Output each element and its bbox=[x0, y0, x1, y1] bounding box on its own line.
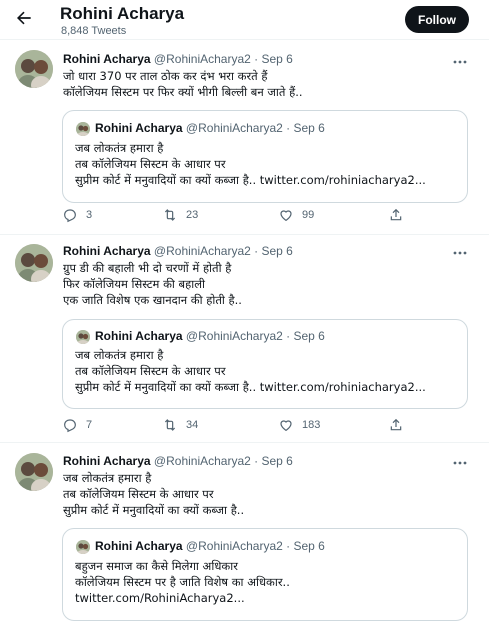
quoted-tweet[interactable]: Rohini Acharya @RohiniAcharya2 · Sep 6 ब… bbox=[62, 528, 468, 621]
reply-icon bbox=[64, 209, 76, 223]
tweet[interactable]: Rohini Acharya @RohiniAcharya2 · Sep 6 ग… bbox=[0, 235, 489, 443]
arrow-left-icon[interactable] bbox=[14, 8, 34, 28]
profile-name: Rohini Acharya bbox=[60, 4, 185, 23]
tweet-actions: 7 34 183 bbox=[62, 416, 422, 434]
avatar[interactable] bbox=[15, 244, 53, 282]
quote-header: Rohini Acharya @RohiniAcharya2 · Sep 6 bbox=[95, 539, 325, 553]
handle-date: @RohiniAcharya2 · Sep 6 bbox=[185, 329, 325, 343]
quote-line: तब कॉलेजियम सिस्टम के आधार पर bbox=[75, 364, 226, 378]
more-horizontal-icon[interactable] bbox=[452, 57, 468, 67]
reply-count: 7 bbox=[86, 419, 93, 431]
handle-date[interactable]: @RohiniAcharya2 · Sep 6 bbox=[154, 454, 293, 468]
tweet[interactable]: Rohini Acharya @RohiniAcharya2 · Sep 6 ज… bbox=[0, 443, 489, 621]
tweet-line: ग्रुप डी की बहाली भी दो चरणों में होती ह… bbox=[63, 261, 232, 275]
quoted-tweet[interactable]: Rohini Acharya @RohiniAcharya2 · Sep 6 ज… bbox=[62, 110, 468, 203]
author-name[interactable]: Rohini Acharya bbox=[63, 52, 151, 66]
quote-line: कॉलेजियम सिस्टम पर है जाति विशेष का अधिक… bbox=[75, 575, 290, 589]
tweet[interactable]: Rohini Acharya @RohiniAcharya2 · Sep 6 ज… bbox=[0, 40, 489, 235]
share-button[interactable] bbox=[388, 206, 404, 224]
tweet-header: Rohini Acharya @RohiniAcharya2 · Sep 6 bbox=[63, 454, 293, 468]
quote-header: Rohini Acharya @RohiniAcharya2 · Sep 6 bbox=[95, 121, 325, 135]
quote-line: तब कॉलेजियम सिस्टम के आधार पर bbox=[75, 157, 226, 171]
quote-header: Rohini Acharya @RohiniAcharya2 · Sep 6 bbox=[95, 329, 325, 343]
more-horizontal-icon[interactable] bbox=[452, 248, 468, 258]
author-name: Rohini Acharya bbox=[95, 539, 183, 553]
share-button[interactable] bbox=[388, 416, 404, 434]
avatar[interactable] bbox=[15, 50, 53, 88]
follow-button[interactable]: Follow bbox=[405, 6, 469, 33]
like-button[interactable]: 183 bbox=[278, 416, 320, 434]
tweet-text: जो धारा 370 पर ताल ठोक कर दंभ भरा करते ह… bbox=[63, 68, 303, 100]
heart-icon bbox=[280, 210, 292, 222]
quote-text: जब लोकतंत्र हमारा है तब कॉलेजियम सिस्टम … bbox=[75, 347, 426, 395]
avatar bbox=[76, 330, 90, 344]
reply-button[interactable]: 7 bbox=[62, 416, 92, 434]
retweet-count: 23 bbox=[186, 209, 199, 221]
handle-date: @RohiniAcharya2 · Sep 6 bbox=[185, 121, 325, 135]
tweet-actions: 3 23 99 bbox=[62, 206, 422, 224]
quote-text: बहुजन समाज का कैसे मिलेगा अधिकार कॉलेजिय… bbox=[75, 558, 290, 606]
tweet-text: ग्रुप डी की बहाली भी दो चरणों में होती ह… bbox=[63, 260, 242, 308]
author-name[interactable]: Rohini Acharya bbox=[63, 454, 151, 468]
retweet-button[interactable]: 23 bbox=[162, 206, 198, 224]
like-button[interactable]: 99 bbox=[278, 206, 314, 224]
avatar bbox=[76, 122, 90, 136]
tweet-header: Rohini Acharya @RohiniAcharya2 · Sep 6 bbox=[63, 52, 293, 66]
retweet-icon bbox=[164, 419, 176, 431]
handle-date: @RohiniAcharya2 · Sep 6 bbox=[185, 539, 325, 553]
tweet-line: सुप्रीम कोर्ट में मनुवादियों का क्यों कब… bbox=[63, 503, 245, 517]
avatar[interactable] bbox=[15, 453, 53, 491]
tweet-count: 8,848 Tweets bbox=[61, 25, 127, 37]
tweet-text: जब लोकतंत्र हमारा है तब कॉलेजियम सिस्टम … bbox=[63, 470, 244, 518]
more-horizontal-icon[interactable] bbox=[452, 458, 468, 468]
quote-line: सुप्रीम कोर्ट में मनुवादियों का क्यों कब… bbox=[75, 173, 426, 187]
tweet-line: जो धारा 370 पर ताल ठोक कर दंभ भरा करते ह… bbox=[63, 69, 268, 83]
quote-line: जब लोकतंत्र हमारा है bbox=[75, 141, 164, 155]
author-name: Rohini Acharya bbox=[95, 121, 183, 135]
tweet-line: फिर कॉलेजियम सिस्टम की बहाली bbox=[63, 277, 205, 291]
handle-date[interactable]: @RohiniAcharya2 · Sep 6 bbox=[154, 52, 293, 66]
tweet-line: कॉलेजियम सिस्टम पर फिर क्यों भीगी बिल्ली… bbox=[63, 85, 303, 99]
like-count: 99 bbox=[302, 209, 315, 221]
handle-date[interactable]: @RohiniAcharya2 · Sep 6 bbox=[154, 244, 293, 258]
author-name: Rohini Acharya bbox=[95, 329, 183, 343]
heart-icon bbox=[280, 420, 292, 432]
quote-line: जब लोकतंत्र हमारा है bbox=[75, 348, 164, 362]
quote-line: सुप्रीम कोर्ट में मनुवादियों का क्यों कब… bbox=[75, 380, 426, 394]
reply-button[interactable]: 3 bbox=[62, 206, 92, 224]
retweet-button[interactable]: 34 bbox=[162, 416, 198, 434]
like-count: 183 bbox=[302, 419, 321, 431]
share-icon bbox=[390, 208, 402, 221]
tweet-line: तब कॉलेजियम सिस्टम के आधार पर bbox=[63, 487, 214, 501]
retweet-icon bbox=[164, 209, 176, 221]
profile-header: Rohini Acharya 8,848 Tweets Follow bbox=[0, 0, 489, 40]
share-icon bbox=[390, 418, 402, 431]
retweet-count: 34 bbox=[186, 419, 199, 431]
reply-count: 3 bbox=[86, 209, 93, 221]
tweet-line: एक जाति विशेष एक खानदान की होती है.. bbox=[63, 293, 242, 307]
quote-text: जब लोकतंत्र हमारा है तब कॉलेजियम सिस्टम … bbox=[75, 140, 426, 188]
tweet-header: Rohini Acharya @RohiniAcharya2 · Sep 6 bbox=[63, 244, 293, 258]
tweet-line: जब लोकतंत्र हमारा है bbox=[63, 471, 152, 485]
quoted-tweet[interactable]: Rohini Acharya @RohiniAcharya2 · Sep 6 ज… bbox=[62, 319, 468, 409]
quote-line: twitter.com/RohiniAcharya2... bbox=[75, 591, 245, 605]
reply-icon bbox=[64, 419, 76, 433]
author-name[interactable]: Rohini Acharya bbox=[63, 244, 151, 258]
avatar bbox=[76, 540, 90, 554]
quote-line: बहुजन समाज का कैसे मिलेगा अधिकार bbox=[75, 559, 238, 573]
